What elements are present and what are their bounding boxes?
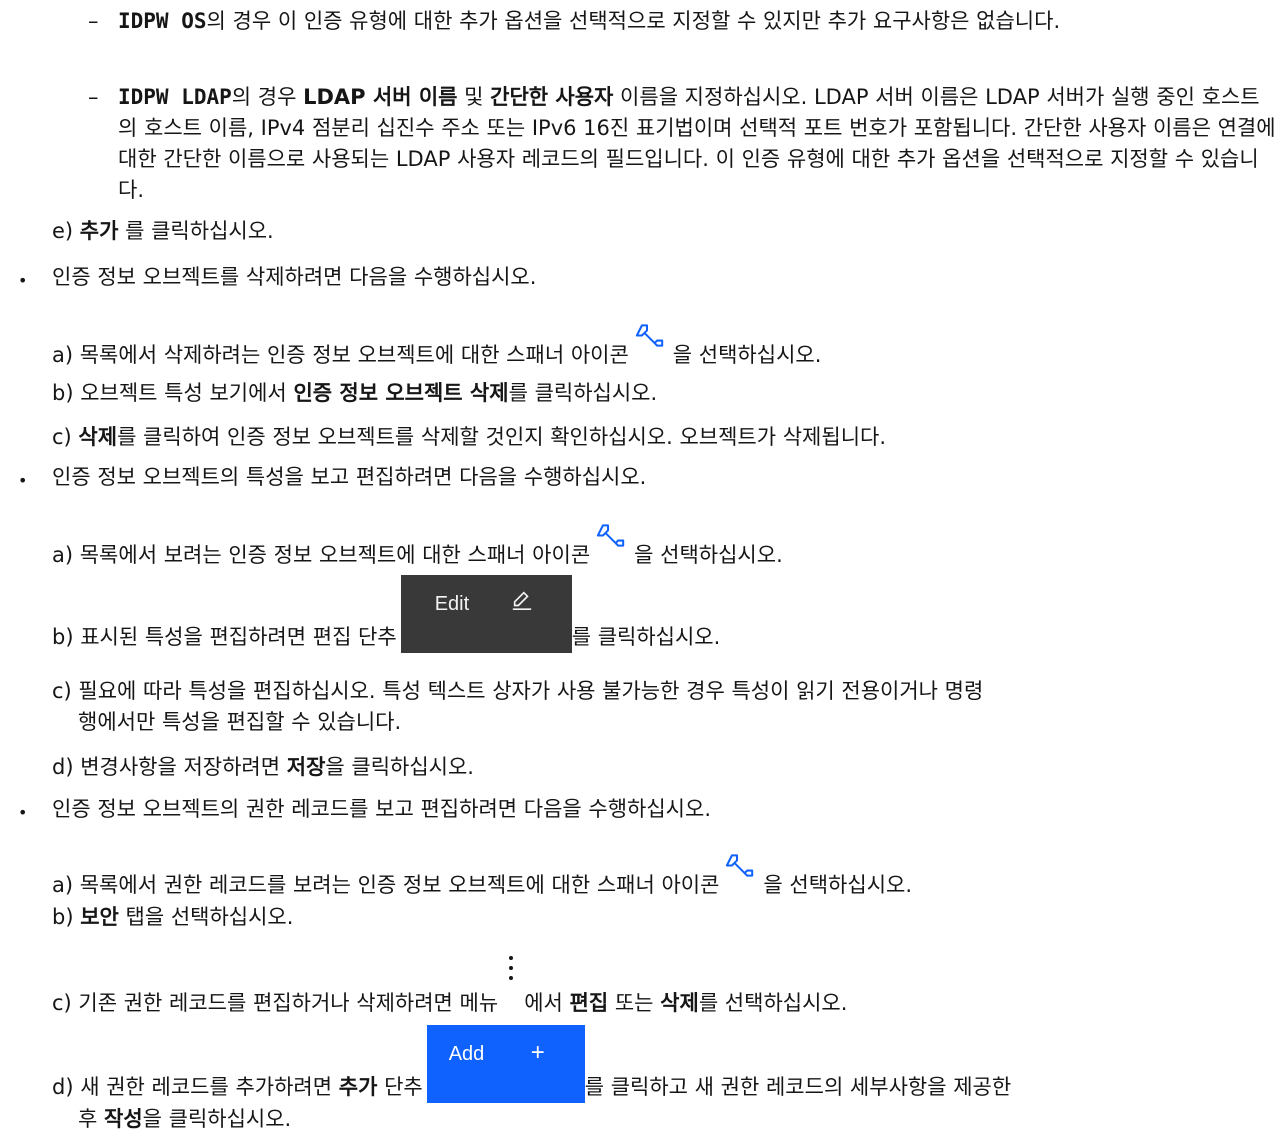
step-text: d) 새 권한 레코드를 추가하려면: [52, 1075, 339, 1099]
auth-section-title: 인증 정보 오브젝트의 권한 레코드를 보고 편집하려면 다음을 수행하십시오.: [52, 797, 711, 821]
step-text: b): [52, 905, 81, 929]
edit-button-label: Edit: [434, 593, 470, 615]
bullet-marker: •: [18, 471, 28, 490]
step-text: 를 선택하십시오.: [698, 991, 848, 1015]
delete-term: 삭제: [660, 991, 699, 1015]
save-term: 저장: [286, 755, 326, 779]
step-text: 단추: [377, 1075, 423, 1099]
security-term: 보안: [80, 905, 119, 929]
idpw-ldap-code: IDPW LDAP: [118, 85, 232, 109]
idpw-os-text: 의 경우 이 인증 유형에 대한 추가 옵션을 선택적으로 지정할 수 있지만 …: [206, 9, 1061, 33]
idpw-ldap-text: 의 경우: [231, 85, 304, 109]
step-text: 을 선택하십시오.: [634, 543, 783, 567]
step-text: 후: [78, 1107, 104, 1131]
auth-step-d: d) 새 권한 레코드를 추가하려면 추가 단추 Add + 를 클릭하고 새 권한 …: [52, 1025, 1011, 1103]
step-text: a) 목록에서 보려는 인증 정보 오브젝트에 대한 스패너 아이콘: [52, 543, 591, 567]
step-text: 을 선택하십시오.: [672, 343, 822, 367]
auth-step-c: c) 기존 권한 레코드를 편집하거나 삭제하려면 메뉴 에서 편집 또는 삭제를…: [52, 956, 848, 1019]
wrench-icon: [635, 324, 663, 347]
step-text: c): [52, 425, 79, 449]
edit-term: 편집: [569, 991, 609, 1015]
plus-icon: +: [530, 1039, 545, 1066]
step-text: 를 클릭하십시오.: [571, 625, 721, 649]
step-e: e) 추가 를 클릭하십시오.: [52, 216, 274, 247]
step-text: 를 클릭하고 새 권한 레코드의 세부사항을 제공한: [584, 1075, 1012, 1099]
bullet-marker: •: [18, 271, 28, 290]
add-term: 추가: [338, 1075, 378, 1099]
delete-term: 삭제: [78, 425, 118, 449]
idpw-os-item: – IDPW OS의 경우 이 인증 유형에 대한 추가 옵션을 선택적으로 지…: [88, 6, 1278, 37]
bullet-marker: •: [18, 803, 28, 822]
idpw-os-code: IDPW OS: [118, 9, 207, 33]
step-text: a) 목록에서 삭제하려는 인증 정보 오브젝트에 대한 스패너 아이콘: [52, 343, 629, 367]
step-text: 에서: [524, 991, 570, 1015]
add-button-label: Add: [448, 1043, 485, 1065]
delete-step-b: b) 오브젝트 특성 보기에서 인증 정보 오브젝트 삭제를 클릭하십시오.: [52, 378, 657, 409]
ldap-server-name-term: LDAP 서버 이름: [303, 85, 458, 109]
step-text: 또는: [608, 991, 661, 1015]
step-text: 를 클릭하십시오.: [118, 219, 274, 243]
edit-step-d: d) 변경사항을 저장하려면 저장을 클릭하십시오.: [52, 752, 474, 783]
step-text: b) 표시된 특성을 편집하려면 편집 단추: [52, 625, 397, 649]
step-text: e): [52, 219, 80, 243]
wrench-icon: [726, 854, 754, 877]
step-text: c) 기존 권한 레코드를 편집하거나 삭제하려면 메뉴: [52, 991, 499, 1015]
overflow-menu-icon[interactable]: [504, 956, 518, 1010]
edit-step-b: b) 표시된 특성을 편집하려면 편집 단추 Edit 를 클릭하십시오.: [52, 575, 720, 653]
step-text: d) 변경사항을 저장하려면: [52, 755, 287, 779]
idpw-ldap-text: 및: [457, 85, 491, 109]
step-text: 을 클릭하십시오.: [325, 755, 474, 779]
delete-step-c: c) 삭제를 클릭하여 인증 정보 오브젝트를 삭제할 것인지 확인하십시오. …: [52, 422, 886, 453]
dash-marker: –: [88, 9, 99, 33]
step-text: 탭을 선택하십시오.: [118, 905, 294, 929]
edit-step-c-line2: 행에서만 특성을 편집할 수 있습니다.: [78, 710, 402, 734]
idpw-ldap-item: – IDPW LDAP의 경우 LDAP 서버 이름 및 간단한 사용자 이름을…: [88, 82, 1278, 206]
edit-step-c-line1: c) 필요에 따라 특성을 편집하십시오. 특성 텍스트 상자가 사용 불가능한…: [52, 679, 984, 703]
edit-button[interactable]: Edit: [400, 575, 572, 653]
step-text: 를 클릭하십시오.: [508, 381, 658, 405]
step-text: 를 클릭하여 인증 정보 오브젝트를 삭제할 것인지 확인하십시오. 오브젝트가…: [117, 425, 887, 449]
auth-step-a: a) 목록에서 권한 레코드를 보려는 인증 정보 오브젝트에 대한 스패너 아…: [52, 854, 913, 901]
wrench-icon: [597, 524, 625, 547]
edit-step-a: a) 목록에서 보려는 인증 정보 오브젝트에 대한 스패너 아이콘 을 선택하십…: [52, 524, 783, 571]
pencil-icon: [512, 591, 531, 610]
step-text: a) 목록에서 권한 레코드를 보려는 인증 정보 오브젝트에 대한 스패너 아…: [52, 873, 720, 897]
auth-step-b: b) 보안 탭을 선택하십시오.: [52, 902, 293, 933]
create-term: 작성: [104, 1107, 143, 1131]
simple-user-term: 간단한 사용자: [490, 85, 614, 109]
add-button[interactable]: Add +: [426, 1025, 585, 1103]
step-text: 을 선택하십시오.: [763, 873, 913, 897]
dash-marker: –: [88, 85, 99, 109]
auth-step-d-line2: 후 작성을 클릭하십시오.: [78, 1104, 291, 1135]
step-text: b) 오브젝트 특성 보기에서: [52, 381, 294, 405]
delete-object-term: 인증 정보 오브젝트 삭제: [293, 381, 509, 405]
delete-section-title: 인증 정보 오브젝트를 삭제하려면 다음을 수행하십시오.: [52, 265, 537, 289]
step-text: 을 클릭하십시오.: [142, 1107, 292, 1131]
delete-step-a: a) 목록에서 삭제하려는 인증 정보 오브젝트에 대한 스패너 아이콘 을 선택…: [52, 324, 822, 371]
add-term: 추가: [79, 219, 119, 243]
edit-section-title: 인증 정보 오브젝트의 특성을 보고 편집하려면 다음을 수행하십시오.: [52, 465, 647, 489]
